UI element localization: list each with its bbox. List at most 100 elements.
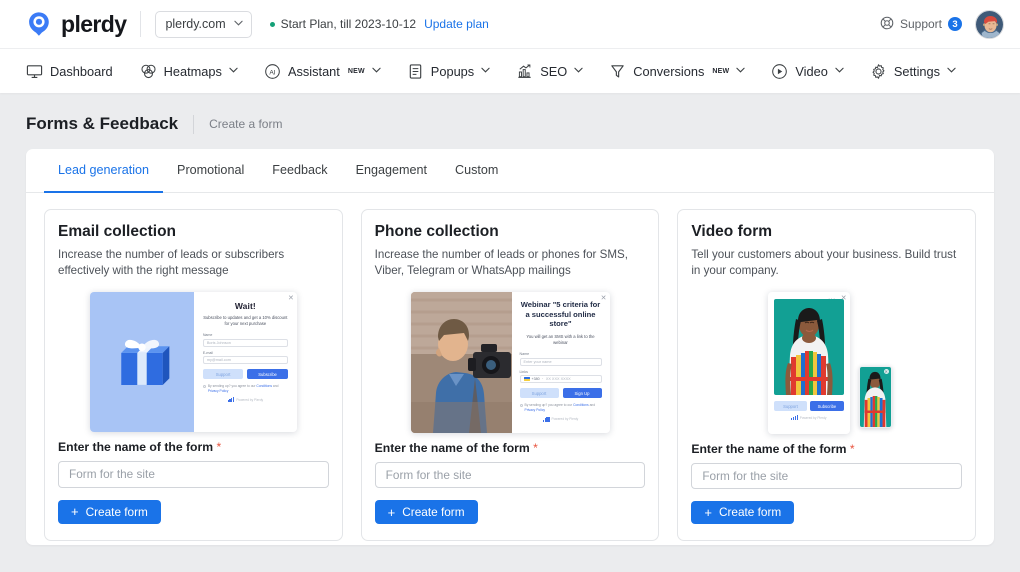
legal-conditions-link[interactable]: Conditions (256, 384, 272, 388)
tab-custom[interactable]: Custom (441, 149, 512, 193)
nav-label: Conversions (633, 63, 705, 79)
country-code: +380 (531, 377, 540, 382)
popup-powered-by: Powered by Plerdy (203, 397, 288, 403)
chevron-down-icon (947, 67, 956, 75)
popup-name-input[interactable]: Enter your name (519, 357, 602, 366)
chevron-down-icon (229, 67, 238, 75)
update-plan-link[interactable]: Update plan (424, 17, 489, 31)
popup-subheading: Subscribe to updates and get a 10% disco… (203, 315, 288, 327)
plerdy-logo-icon (26, 11, 52, 37)
create-form-label: Create form (85, 504, 148, 519)
plerdy-bars-icon (227, 397, 235, 403)
nav-item-settings[interactable]: Settings (870, 49, 956, 93)
close-icon[interactable]: ✕ (288, 295, 294, 302)
popup-subscribe-button[interactable]: Subscribe (810, 401, 844, 411)
tab-feedback[interactable]: Feedback (258, 149, 341, 193)
gift-illustration-panel (89, 292, 194, 432)
avatar[interactable] (975, 9, 1004, 39)
form-name-label-text: Enter the name of the form (691, 442, 847, 456)
card-title: Video form (691, 223, 773, 240)
card-video-form: Video form Tell your customers about you… (677, 209, 977, 541)
nav-item-video[interactable]: Video (771, 49, 844, 93)
domain-selector-value: plerdy.com (165, 17, 226, 31)
form-name-input[interactable] (58, 461, 329, 488)
nav-item-assistant[interactable]: AI Assistant NEW (264, 49, 381, 93)
create-form-button[interactable]: + Create form (691, 500, 795, 524)
monitor-icon (26, 63, 43, 80)
nav-item-dashboard[interactable]: Dashboard (26, 49, 113, 93)
popup-phone-input[interactable]: +380 · XX XXX XXXX (519, 375, 602, 384)
nav-badge-new: NEW (712, 67, 730, 75)
plan-status-dot (269, 21, 275, 27)
popup-consent-checkbox[interactable] (519, 404, 523, 408)
video-thumbnail[interactable]: ✕ (858, 366, 892, 428)
popup-form-panel: ✕ Webinar "5 criteria for a successful o… (512, 292, 610, 433)
popup-buttons: Support Subscribe (202, 369, 288, 380)
popup-name-input[interactable]: Boris Johnson (202, 338, 288, 347)
popup-support-button[interactable]: Support (202, 369, 244, 380)
legal-privacy-link[interactable]: Privacy Policy (525, 408, 546, 412)
popup-field-label: E-mail (202, 350, 214, 355)
support-button[interactable]: Support 3 (880, 16, 962, 33)
create-form-button[interactable]: + Create form (374, 500, 478, 524)
card-preview-email: ✕ Wait! Subscribe to updates and get a 1… (58, 292, 329, 432)
close-icon[interactable]: ✕ (601, 295, 607, 302)
nav-item-conversions[interactable]: Conversions NEW (609, 49, 745, 93)
header-right-group: Support 3 (880, 9, 1004, 39)
form-name-input[interactable] (691, 463, 963, 489)
legal-prefix: By sending up? you agree to our (207, 384, 256, 389)
required-asterisk: * (849, 442, 855, 456)
popup-consent-checkbox[interactable] (202, 385, 206, 389)
close-icon[interactable]: ✕ (841, 295, 847, 302)
popup-email-input[interactable]: my@mail.com (202, 356, 288, 365)
required-asterisk: * (533, 441, 538, 455)
nav-item-seo[interactable]: SEO (516, 49, 583, 93)
popup-support-button[interactable]: Support (519, 388, 559, 399)
popup-support-button[interactable]: Support (773, 401, 808, 411)
legal-conditions-link[interactable]: Conditions (573, 403, 589, 407)
form-name-label: Enter the name of the form * (58, 440, 329, 454)
popup-field-label: Name (202, 333, 213, 338)
breadcrumb: Create a form (209, 117, 283, 131)
form-name-input[interactable] (374, 462, 646, 488)
popup-subscribe-button[interactable]: Subscribe (247, 369, 288, 380)
document-lines-icon (407, 63, 424, 80)
create-form-label: Create form (718, 505, 782, 520)
country-code-selector[interactable]: +380 · (523, 377, 543, 382)
create-form-button[interactable]: + Create form (58, 499, 161, 524)
nav-item-heatmaps[interactable]: Heatmaps (140, 49, 238, 93)
card-preview-video: ··· ✕ (691, 292, 962, 434)
brand-logo[interactable]: plerdy (26, 11, 127, 38)
cameraman-photo (410, 292, 512, 433)
separator: · (541, 377, 543, 382)
popup-field-label: Links (519, 369, 528, 374)
blue-gift-box-icon (109, 327, 175, 398)
plus-icon: + (387, 504, 396, 520)
flag-icon (523, 377, 530, 382)
legal-privacy-link[interactable]: Privacy Policy (208, 389, 229, 393)
popup-legal-text: By sending up? you agree to our Conditio… (202, 384, 288, 393)
svg-text:AI: AI (269, 69, 275, 76)
tab-lead-generation[interactable]: Lead generation (44, 149, 164, 193)
popup-heading: Webinar "5 criteria for a successful onl… (520, 300, 601, 329)
header-divider (140, 11, 142, 37)
gear-icon (870, 63, 887, 80)
funnel-icon (609, 63, 626, 80)
tab-engagement[interactable]: Engagement (342, 149, 441, 193)
card-description: Increase the number of leads or phones f… (374, 248, 628, 278)
tab-promotional[interactable]: Promotional (163, 149, 258, 193)
nav-item-popups[interactable]: Popups (407, 49, 490, 93)
form-name-label-text: Enter the name of the form (374, 441, 530, 455)
powered-by-text: Powered by Plerdy (799, 415, 827, 420)
card-description: Tell your customers about your business.… (691, 248, 957, 278)
chevron-down-icon (835, 67, 844, 75)
close-icon[interactable]: ✕ (883, 369, 889, 374)
popup-signup-button[interactable]: Sign Up (562, 388, 602, 399)
popup-buttons: Support Sign Up (519, 388, 602, 399)
domain-selector[interactable]: plerdy.com (155, 10, 252, 38)
nav-label: Settings (893, 63, 941, 79)
card-phone-collection: Phone collection Increase the number of … (360, 209, 660, 541)
popup-mock: ✕ Wait! Subscribe to updates and get a 1… (89, 292, 297, 432)
form-name-label-text: Enter the name of the form (58, 440, 214, 454)
chevron-down-icon (372, 67, 381, 75)
